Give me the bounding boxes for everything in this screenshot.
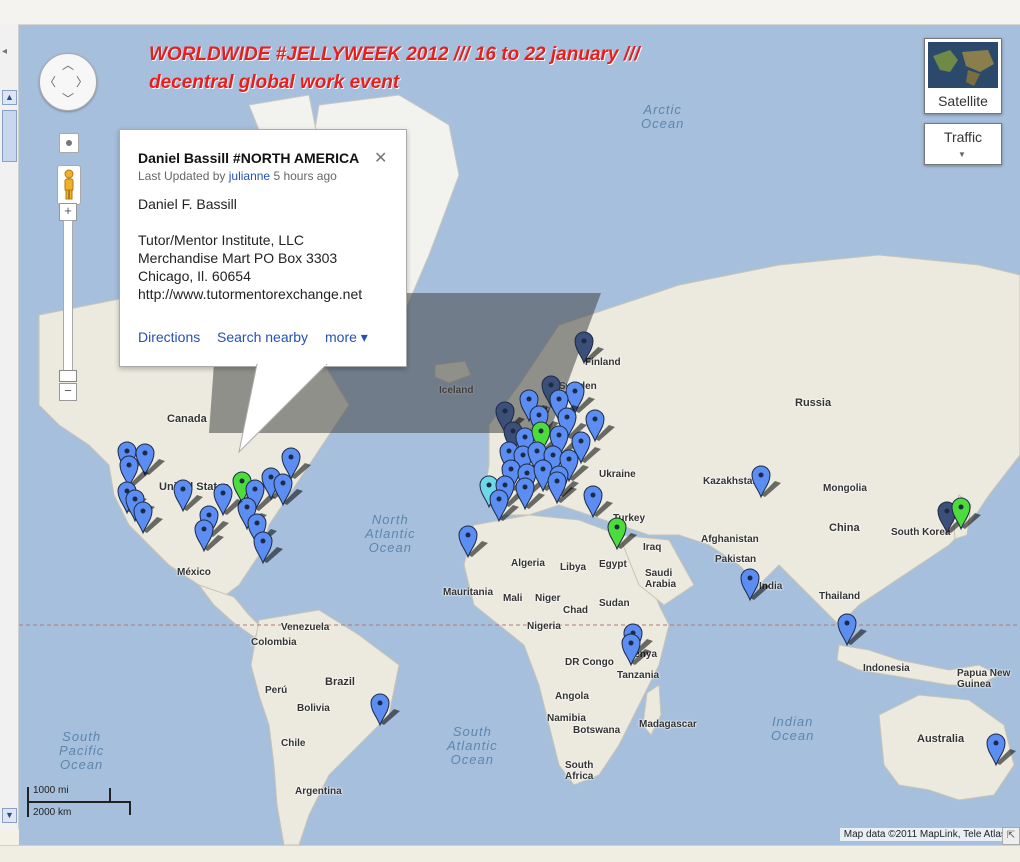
pegman-icon <box>64 169 74 200</box>
map-pin[interactable] <box>607 517 637 551</box>
close-icon[interactable]: ✕ <box>374 148 387 168</box>
map-pin[interactable] <box>837 613 867 647</box>
map-attribution: Map data ©2011 MapLink, Tele Atlas - <box>839 828 1016 841</box>
map-pin[interactable] <box>273 473 303 507</box>
map-title-line1: WORLDWIDE #JELLYWEEK 2012 /// 16 to 22 j… <box>149 44 640 65</box>
info-updated-user-link[interactable]: julianne <box>229 169 270 183</box>
more-link[interactable]: more ▾ <box>325 329 368 346</box>
satellite-label: Satellite <box>938 93 988 109</box>
info-window: Daniel Bassill #NORTH AMERICA ✕ Last Upd… <box>119 129 407 367</box>
scroll-down-button[interactable]: ▼ <box>2 808 17 823</box>
pan-up-icon[interactable]: ︿ <box>62 56 74 73</box>
info-updated-prefix: Last Updated by <box>138 169 229 183</box>
satellite-button[interactable]: Satellite <box>924 38 1002 114</box>
browser-top-strip <box>0 0 1020 25</box>
pan-left-icon[interactable]: 〈 <box>44 73 56 90</box>
info-line: Tutor/Mentor Institute, LLC <box>138 232 304 248</box>
map-pin[interactable] <box>370 693 400 727</box>
map-pin[interactable] <box>585 409 615 443</box>
browser-bottom-strip <box>0 845 1020 862</box>
scale-km: 2000 km <box>33 807 72 818</box>
scale-miles: 1000 mi <box>33 785 69 796</box>
info-window-tail <box>238 364 328 454</box>
map-pin[interactable] <box>253 531 283 565</box>
info-name: Daniel F. Bassill <box>138 196 237 212</box>
satellite-thumbnail <box>928 42 998 88</box>
directions-link[interactable]: Directions <box>138 329 200 345</box>
scale-bar: 1000 mi 2000 km <box>27 785 137 819</box>
search-nearby-link[interactable]: Search nearby <box>217 329 308 345</box>
chevron-left-icon[interactable]: ◂ <box>2 46 7 57</box>
zoom-slider[interactable] <box>59 370 77 382</box>
info-title: Daniel Bassill #NORTH AMERICA <box>138 150 360 166</box>
zoom-out-button[interactable]: − <box>59 383 77 401</box>
map-pin[interactable] <box>621 633 651 667</box>
map-pin[interactable] <box>173 479 203 513</box>
info-address: Tutor/Mentor Institute, LLC Merchandise … <box>138 231 362 303</box>
info-line: Merchandise Mart PO Box 3303 <box>138 250 338 266</box>
zoom-in-button[interactable]: + <box>59 203 77 221</box>
info-updated: Last Updated by julianne 5 hours ago <box>138 169 337 183</box>
map-pin[interactable] <box>740 568 770 602</box>
map-pin[interactable] <box>574 331 604 365</box>
scroll-up-button[interactable]: ▲ <box>2 90 17 105</box>
map-pin[interactable] <box>458 525 488 559</box>
map-pin[interactable] <box>986 733 1016 767</box>
traffic-label: Traffic <box>943 129 983 145</box>
map-pin[interactable] <box>489 489 519 523</box>
resize-corner-icon[interactable]: ⇱ <box>1002 827 1020 845</box>
pan-down-icon[interactable]: ﹀ <box>62 90 74 107</box>
zoom-reset-button[interactable] <box>59 133 79 153</box>
map-pin[interactable] <box>751 465 781 499</box>
zoom-track[interactable] <box>63 220 73 380</box>
pan-right-icon[interactable]: 〉 <box>76 73 88 90</box>
scrollbar[interactable]: ◂ ▲ ▼ <box>0 24 19 829</box>
map-title-line2: decentral global work event <box>149 72 400 93</box>
map-pin[interactable] <box>133 501 163 535</box>
info-updated-suffix: 5 hours ago <box>270 169 337 183</box>
scroll-thumb[interactable] <box>2 110 17 162</box>
map-canvas[interactable]: Arctic Ocean North Atlantic Ocean South Atlant… <box>19 25 1020 845</box>
street-view-pegman[interactable] <box>57 165 81 205</box>
info-line: http://www.tutormentorexchange.net <box>138 286 363 302</box>
traffic-button[interactable]: Traffic ▼ <box>924 123 1002 165</box>
info-line: Chicago, Il. 60654 <box>138 268 251 284</box>
map-title: WORLDWIDE #JELLYWEEK 2012 /// 16 to 22 j… <box>149 41 640 97</box>
map-pin[interactable] <box>583 485 613 519</box>
chevron-down-icon: ▼ <box>958 150 966 159</box>
map-pin[interactable] <box>135 443 165 477</box>
pan-control[interactable]: ︿ 〈 〉 ﹀ <box>39 53 97 111</box>
